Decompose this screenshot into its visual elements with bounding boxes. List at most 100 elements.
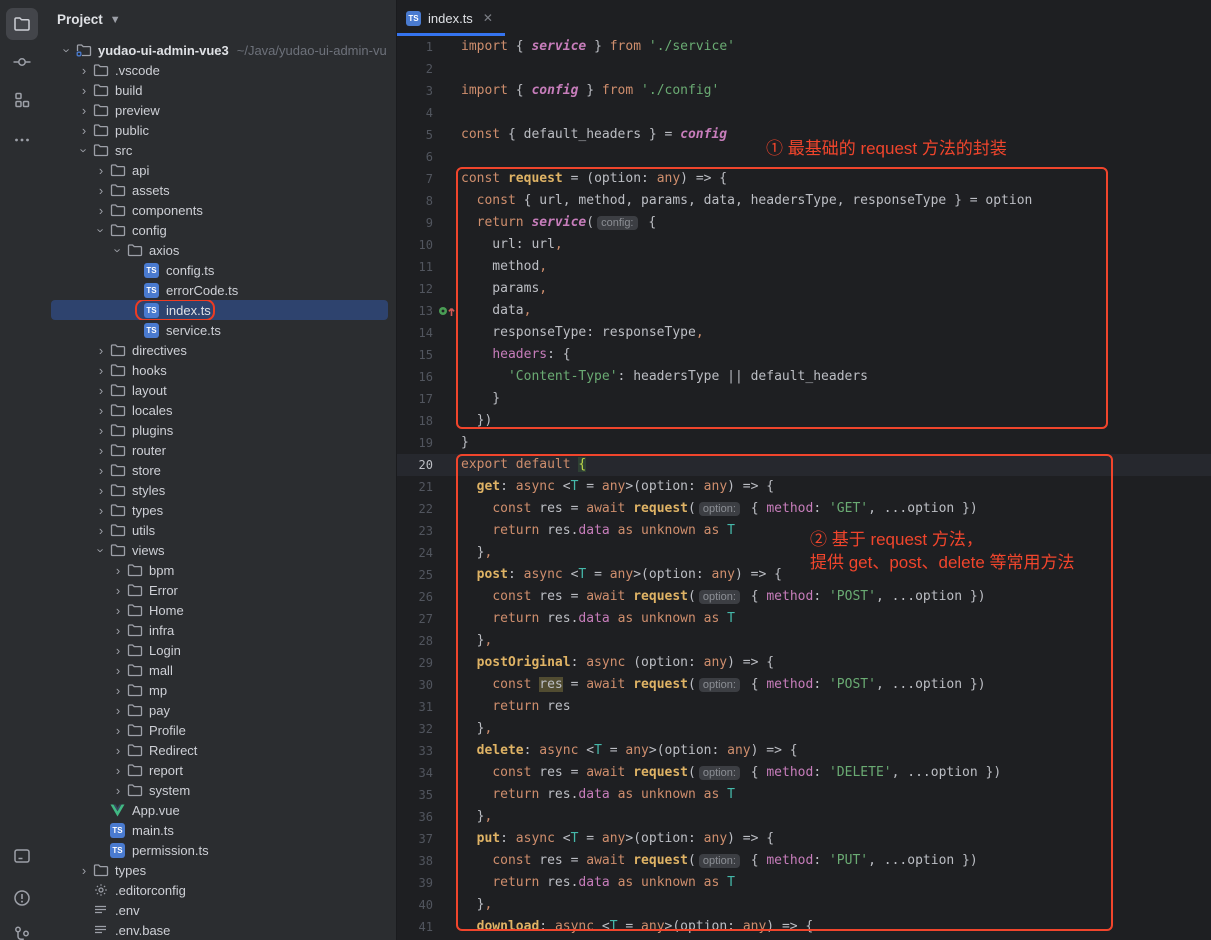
tree-item-api[interactable]: ›api xyxy=(51,160,388,180)
chevron-icon[interactable]: › xyxy=(93,403,109,418)
ts-file-icon: TS xyxy=(143,262,160,278)
chevron-icon[interactable]: › xyxy=(111,242,126,258)
chevron-icon[interactable]: › xyxy=(110,623,126,638)
folder-icon xyxy=(109,502,126,518)
chevron-icon[interactable]: › xyxy=(94,222,109,238)
tree-item-permission-ts[interactable]: TSpermission.ts xyxy=(51,840,388,860)
chevron-icon[interactable]: › xyxy=(110,783,126,798)
tree-item-plugins[interactable]: ›plugins xyxy=(51,420,388,440)
tree-item-utils[interactable]: ›utils xyxy=(51,520,388,540)
code-line-9: return service(config: { xyxy=(461,212,1032,234)
chevron-icon[interactable]: › xyxy=(110,683,126,698)
tree-item--env[interactable]: .env xyxy=(51,900,388,920)
tree-item-index-ts[interactable]: TSindex.ts xyxy=(51,300,388,320)
chevron-icon[interactable]: › xyxy=(110,603,126,618)
terminal-icon[interactable] xyxy=(6,840,38,872)
tree-item-login[interactable]: ›Login xyxy=(51,640,388,660)
chevron-icon[interactable]: › xyxy=(93,183,109,198)
tree-item--vscode[interactable]: ›.vscode xyxy=(51,60,388,80)
tree-item-pay[interactable]: ›pay xyxy=(51,700,388,720)
tree-item-locales[interactable]: ›locales xyxy=(51,400,388,420)
chevron-icon[interactable]: › xyxy=(76,103,92,118)
tree-item-store[interactable]: ›store xyxy=(51,460,388,480)
tree-item-error[interactable]: ›Error xyxy=(51,580,388,600)
tree-item-directives[interactable]: ›directives xyxy=(51,340,388,360)
tree-item-layout[interactable]: ›layout xyxy=(51,380,388,400)
commit-icon[interactable] xyxy=(6,46,38,78)
chevron-icon[interactable]: › xyxy=(93,423,109,438)
chevron-icon[interactable]: › xyxy=(110,703,126,718)
chevron-icon[interactable]: › xyxy=(93,343,109,358)
tree-item-config[interactable]: ›config xyxy=(51,220,388,240)
tree-item--editorconfig[interactable]: .editorconfig xyxy=(51,880,388,900)
tree-item-styles[interactable]: ›styles xyxy=(51,480,388,500)
chevron-icon[interactable]: › xyxy=(93,503,109,518)
chevron-icon[interactable]: › xyxy=(76,83,92,98)
chevron-icon[interactable]: › xyxy=(110,563,126,578)
tree-item-system[interactable]: ›system xyxy=(51,780,388,800)
tree-item-assets[interactable]: ›assets xyxy=(51,180,388,200)
gutter-commit-marker-icon[interactable] xyxy=(438,304,458,318)
folder-icon xyxy=(126,622,143,638)
chevron-icon[interactable]: › xyxy=(94,542,109,558)
tree-item-errorcode-ts[interactable]: TSerrorCode.ts xyxy=(51,280,388,300)
tree-item-components[interactable]: ›components xyxy=(51,200,388,220)
chevron-icon[interactable]: › xyxy=(93,203,109,218)
chevron-icon[interactable]: › xyxy=(93,463,109,478)
tree-item-mp[interactable]: ›mp xyxy=(51,680,388,700)
tree-item-profile[interactable]: ›Profile xyxy=(51,720,388,740)
tree-item-app-vue[interactable]: App.vue xyxy=(51,800,388,820)
chevron-icon[interactable]: › xyxy=(93,483,109,498)
chevron-icon[interactable]: › xyxy=(110,763,126,778)
chevron-icon[interactable]: › xyxy=(93,363,109,378)
tree-item-types[interactable]: ›types xyxy=(51,500,388,520)
project-panel-header[interactable]: Project ▼ xyxy=(44,0,396,38)
tree-item-infra[interactable]: ›infra xyxy=(51,620,388,640)
project-folder-icon[interactable] xyxy=(6,8,38,40)
tree-item-types[interactable]: ›types xyxy=(51,860,388,880)
structure-icon[interactable] xyxy=(6,84,38,116)
tree-item-home[interactable]: ›Home xyxy=(51,600,388,620)
chevron-icon[interactable]: › xyxy=(60,42,75,58)
chevron-icon[interactable]: › xyxy=(93,443,109,458)
chevron-icon[interactable]: › xyxy=(76,863,92,878)
code-line-29: postOriginal: async (option: any) => { xyxy=(461,652,1032,674)
gutter-line-numbers[interactable]: 1234567891011121314151617181920212223242… xyxy=(397,36,433,938)
tree-item-hooks[interactable]: ›hooks xyxy=(51,360,388,380)
tree-item-mall[interactable]: ›mall xyxy=(51,660,388,680)
tree-item-config-ts[interactable]: TSconfig.ts xyxy=(51,260,388,280)
version-control-icon[interactable] xyxy=(6,918,38,940)
tree-item-main-ts[interactable]: TSmain.ts xyxy=(51,820,388,840)
chevron-icon[interactable]: › xyxy=(110,723,126,738)
chevron-icon[interactable]: › xyxy=(76,123,92,138)
chevron-icon[interactable]: › xyxy=(93,383,109,398)
tab-close-icon[interactable]: ✕ xyxy=(483,11,493,25)
folder-icon xyxy=(92,142,109,158)
tree-item-preview[interactable]: ›preview xyxy=(51,100,388,120)
tree-item-views[interactable]: ›views xyxy=(51,540,388,560)
chevron-icon[interactable]: › xyxy=(76,63,92,78)
tree-item-build[interactable]: ›build xyxy=(51,80,388,100)
tree-item-public[interactable]: ›public xyxy=(51,120,388,140)
chevron-icon[interactable]: › xyxy=(93,163,109,178)
problems-icon[interactable] xyxy=(6,882,38,914)
tree-item-service-ts[interactable]: TSservice.ts xyxy=(51,320,388,340)
tree-item-redirect[interactable]: ›Redirect xyxy=(51,740,388,760)
tree-item-yudao-ui-admin-vue3[interactable]: ›yudao-ui-admin-vue3~/Java/yudao-ui-admi… xyxy=(51,40,388,60)
chevron-icon[interactable]: › xyxy=(93,523,109,538)
chevron-icon[interactable]: › xyxy=(110,583,126,598)
code-line-13: data, xyxy=(461,300,1032,322)
more-tool-windows-icon[interactable] xyxy=(6,124,38,156)
chevron-icon[interactable]: › xyxy=(110,743,126,758)
chevron-icon[interactable]: › xyxy=(110,663,126,678)
tree-item--env-base[interactable]: .env.base xyxy=(51,920,388,940)
chevron-icon[interactable]: › xyxy=(110,643,126,658)
tree-item-router[interactable]: ›router xyxy=(51,440,388,460)
tree-item-axios[interactable]: ›axios xyxy=(51,240,388,260)
tree-item-src[interactable]: ›src xyxy=(51,140,388,160)
tree-item-bpm[interactable]: ›bpm xyxy=(51,560,388,580)
tab-index-ts[interactable]: TS index.ts ✕ xyxy=(397,0,505,36)
code-area[interactable]: import { service } from './service'impor… xyxy=(461,36,1032,938)
tree-item-report[interactable]: ›report xyxy=(51,760,388,780)
chevron-icon[interactable]: › xyxy=(77,142,92,158)
